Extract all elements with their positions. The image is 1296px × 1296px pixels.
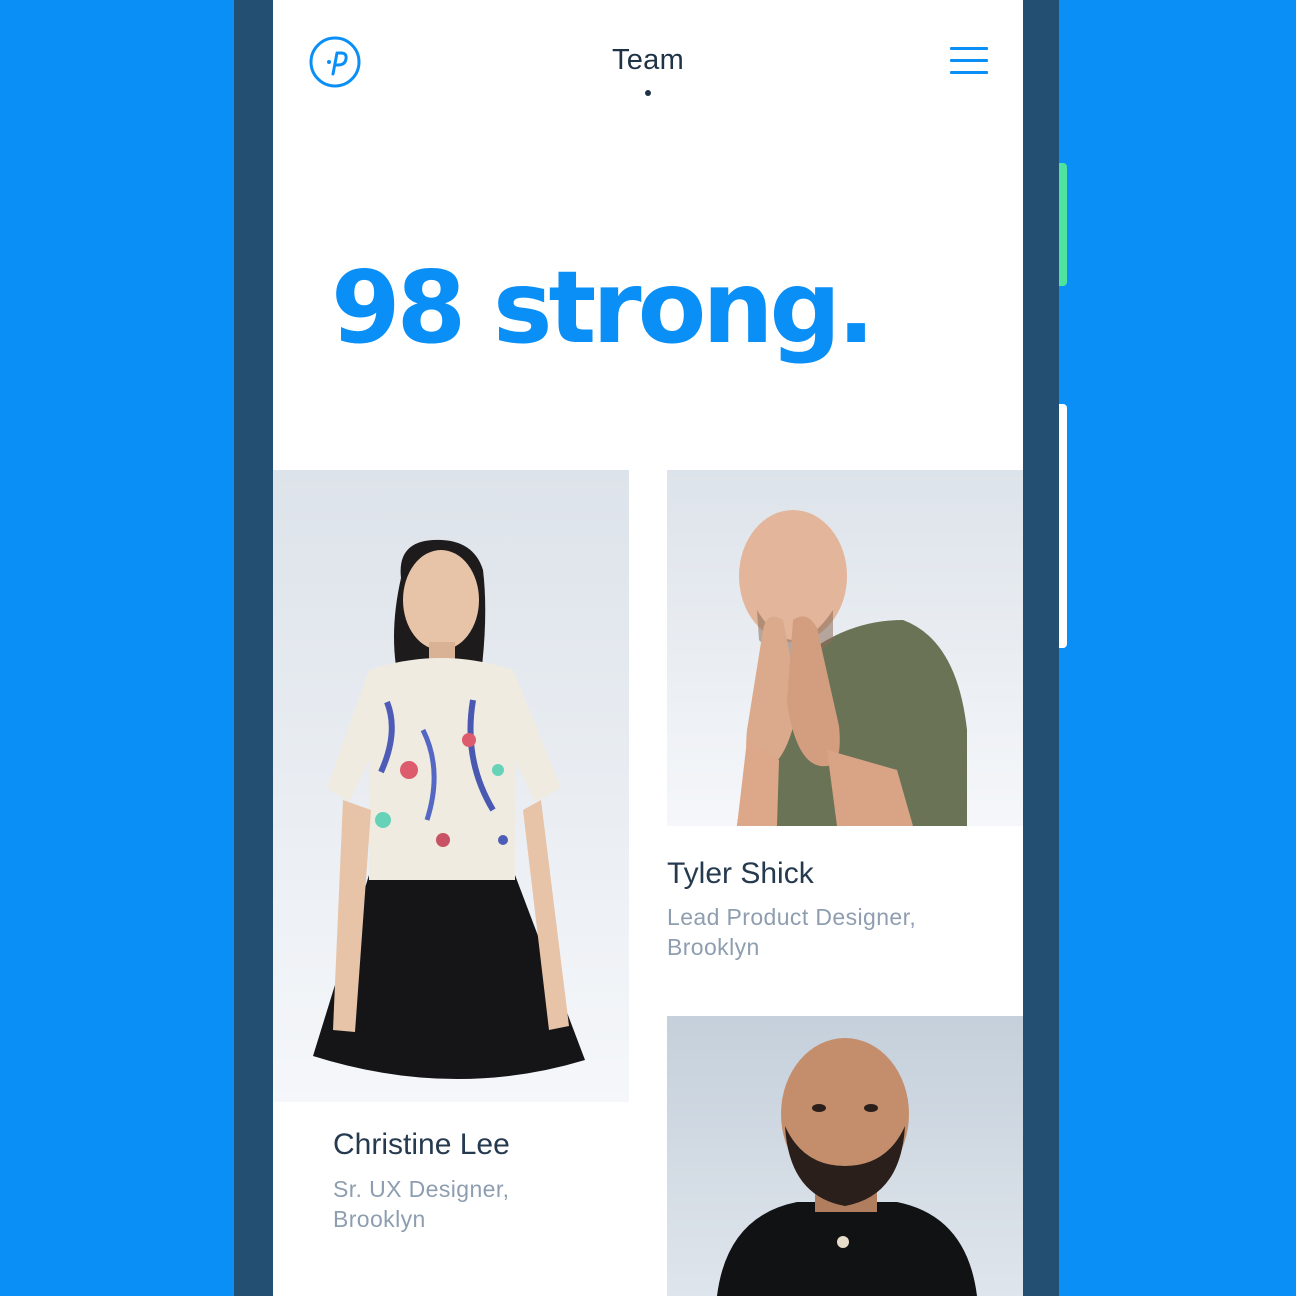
team-member-role: Lead Product Designer, Brooklyn [667,902,916,962]
team-member-location: Brooklyn [333,1206,426,1232]
team-member-name[interactable]: Christine Lee [333,1128,510,1162]
team-member-name[interactable]: Tyler Shick [667,857,814,891]
phone-screen: Team 98 strong. Christine Lee Sr. UX Des… [273,0,1023,1296]
team-member-role-line: Sr. UX Designer, [333,1176,510,1202]
team-member-role: Sr. UX Designer, Brooklyn [333,1174,509,1234]
team-member-photo[interactable] [667,470,1023,826]
page-indicator-dot [645,90,651,96]
team-member-role-line: Lead Product Designer, [667,904,917,930]
hamburger-menu-icon[interactable] [950,47,988,75]
side-accent-white [1059,404,1067,648]
team-member-photo[interactable] [667,1016,1023,1296]
team-member-photo[interactable] [273,470,629,1102]
hero-headline: 98 strong. [331,249,875,366]
team-member-location: Brooklyn [667,934,760,960]
page-title: Team [611,44,685,76]
side-accent-green [1059,163,1067,286]
